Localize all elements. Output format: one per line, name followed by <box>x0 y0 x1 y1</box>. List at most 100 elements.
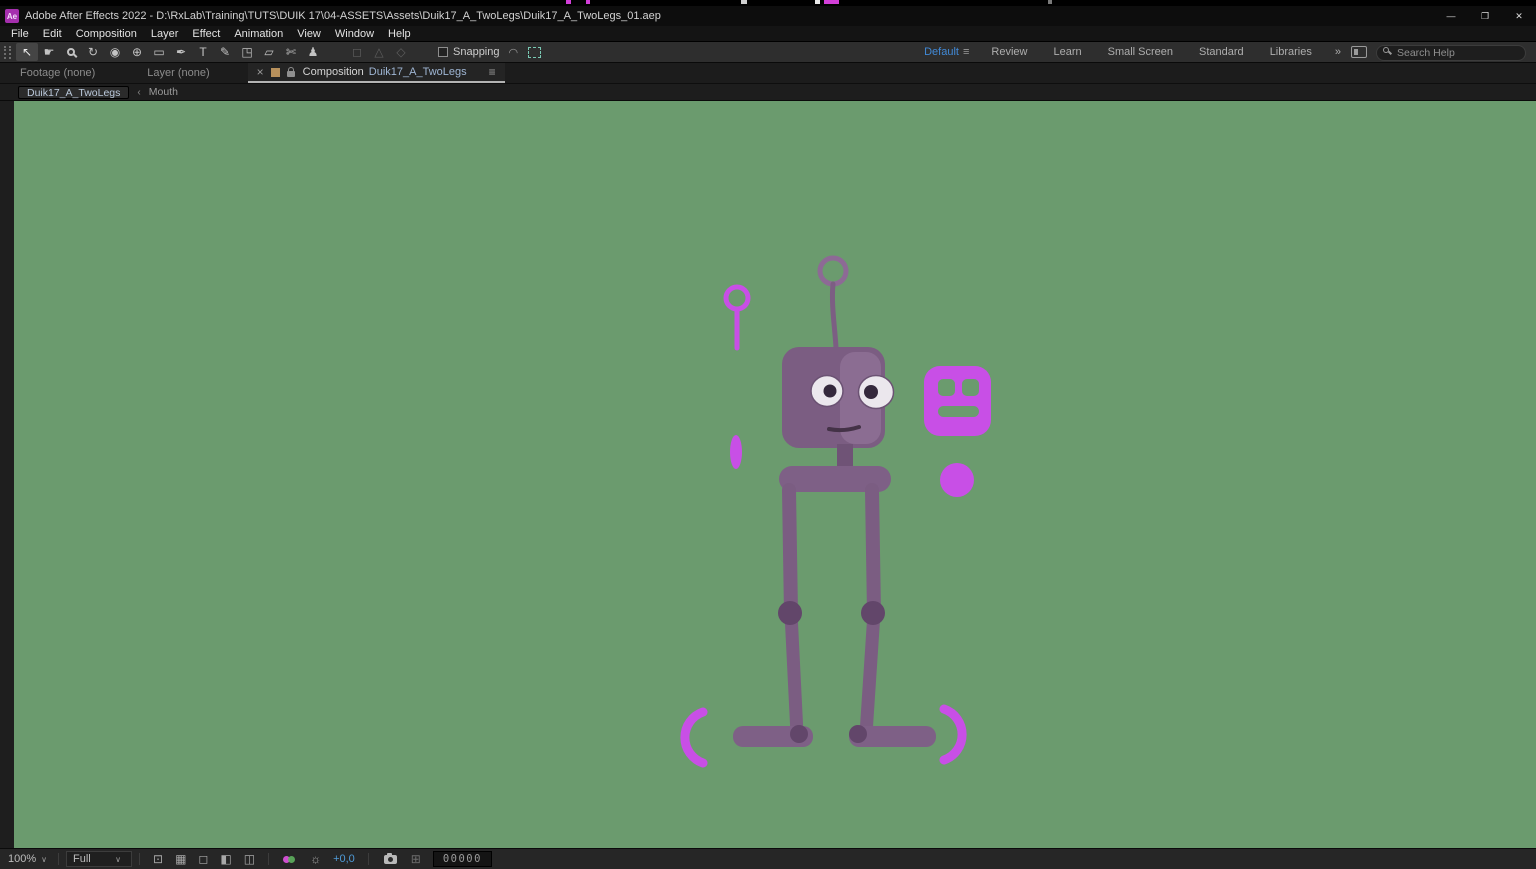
zoom-tool-icon[interactable] <box>60 43 82 61</box>
artifact-dash <box>824 0 839 4</box>
menu-window[interactable]: Window <box>328 28 381 40</box>
minimize-button[interactable]: — <box>1434 6 1468 26</box>
mask-visibility-icon[interactable]: ◻ <box>192 852 214 866</box>
layer-tab-state: (none) <box>177 67 210 79</box>
navigator-arrow-icon: ‹ <box>137 86 141 98</box>
menu-bar: File Edit Composition Layer Effect Anima… <box>0 26 1536 42</box>
region-of-interest-icon[interactable]: ◧ <box>214 852 237 866</box>
channels-icon[interactable] <box>283 854 297 865</box>
workspace-standard[interactable]: Standard <box>1186 46 1257 58</box>
zoom-caret-icon[interactable]: ∨ <box>41 855 47 864</box>
robot-character[interactable] <box>733 255 936 747</box>
snapping-label: Snapping <box>453 46 500 58</box>
resolution-caret-icon: ∨ <box>115 854 121 864</box>
view-layout-icon[interactable]: ⊡ <box>147 852 169 866</box>
tab-composition[interactable]: × Composition Duik17_A_TwoLegs ≡ <box>247 63 505 83</box>
selection-tool-icon[interactable]: ↖ <box>16 43 38 61</box>
snapshot-camera-icon[interactable] <box>383 852 397 864</box>
shape-tool-icon[interactable]: ▭ <box>148 43 170 61</box>
window-controls: — ❐ ✕ <box>1434 6 1536 26</box>
robot-left-ankle[interactable] <box>790 725 808 743</box>
clone-stamp-tool-icon[interactable]: ◳ <box>236 43 258 61</box>
restore-button[interactable]: ❐ <box>1468 6 1502 26</box>
timecode-field[interactable]: 00000 <box>432 851 492 867</box>
menu-help[interactable]: Help <box>381 28 418 40</box>
world-axis-mode-icon: △ <box>374 45 384 59</box>
composition-viewport[interactable] <box>14 101 1536 848</box>
robot-right-ankle[interactable] <box>849 725 867 743</box>
search-icon <box>1383 47 1389 53</box>
composition-tab-name: Duik17_A_TwoLegs <box>368 66 467 78</box>
menu-layer[interactable]: Layer <box>144 28 186 40</box>
workspace-small-screen[interactable]: Small Screen <box>1095 46 1186 58</box>
divider <box>367 853 369 865</box>
robot-antenna-stem[interactable] <box>829 281 839 351</box>
robot-right-knee[interactable] <box>861 601 885 625</box>
pixel-aspect-icon[interactable]: ◫ <box>238 852 261 866</box>
snapping-toggle[interactable]: Snapping ◠ <box>438 46 542 59</box>
mouth-controller-icon[interactable] <box>924 366 991 436</box>
workspace-switcher-icon[interactable] <box>1351 46 1367 58</box>
workspace-menu-icon[interactable]: ≡ <box>963 46 978 58</box>
robot-left-shin[interactable] <box>784 606 804 741</box>
workspace-review[interactable]: Review <box>978 46 1040 58</box>
workspace-learn[interactable]: Learn <box>1040 46 1094 58</box>
eraser-tool-icon[interactable]: ▱ <box>258 43 280 61</box>
menu-animation[interactable]: Animation <box>227 28 290 40</box>
hand-tool-icon[interactable]: ☛ <box>38 43 60 61</box>
search-help-input[interactable] <box>1376 45 1526 61</box>
menu-file[interactable]: File <box>4 28 36 40</box>
screen-top-strip <box>0 0 1536 6</box>
tab-footage[interactable]: Footage (none) <box>0 67 107 79</box>
workspace-overflow-chevron-icon[interactable]: » <box>1325 46 1351 58</box>
panel-menu-icon[interactable]: ≡ <box>489 65 496 79</box>
robot-left-knee[interactable] <box>778 601 802 625</box>
resolution-dropdown[interactable]: Full ∨ <box>66 851 132 867</box>
menu-effect[interactable]: Effect <box>185 28 227 40</box>
workspace-libraries[interactable]: Libraries <box>1257 46 1325 58</box>
brush-tool-icon[interactable]: ✎ <box>214 43 236 61</box>
tool-bar: ↖ ☛ ↻ ◉ ⊕ ▭ ✒ T ✎ ◳ ▱ ✄ ♟ ◻ △ ◇ Snapping… <box>0 42 1536 63</box>
menu-composition[interactable]: Composition <box>69 28 144 40</box>
robot-left-thigh[interactable] <box>782 483 798 620</box>
navigator-current-comp[interactable]: Duik17_A_TwoLegs <box>18 85 130 99</box>
robot-antenna-ball[interactable] <box>817 255 849 287</box>
zoom-level-dropdown[interactable]: 100% <box>8 853 36 865</box>
close-tab-icon[interactable]: × <box>257 65 264 79</box>
artifact-dash <box>586 0 590 4</box>
lock-icon[interactable] <box>286 66 295 77</box>
menu-view[interactable]: View <box>290 28 328 40</box>
snapping-checkbox[interactable] <box>438 47 448 57</box>
right-foot-controller-icon[interactable] <box>939 704 967 765</box>
tab-layer[interactable]: Layer (none) <box>135 67 221 79</box>
marquee-capture-icon[interactable] <box>528 46 542 58</box>
circle-controller-icon[interactable] <box>940 463 974 497</box>
puppet-tool-icon[interactable]: ♟ <box>302 43 324 61</box>
pill-controller-icon[interactable] <box>730 435 742 469</box>
exposure-value[interactable]: +0,0 <box>333 853 355 865</box>
rotation-tool-icon[interactable]: ↻ <box>82 43 104 61</box>
close-button[interactable]: ✕ <box>1502 6 1536 26</box>
snap-options-icon[interactable]: ◠ <box>509 46 519 59</box>
show-snapshot-icon[interactable]: ⊞ <box>405 852 427 866</box>
type-tool-icon[interactable]: T <box>192 43 214 61</box>
menu-edit[interactable]: Edit <box>36 28 69 40</box>
pen-tool-icon[interactable]: ✒ <box>170 43 192 61</box>
robot-right-thigh[interactable] <box>865 483 881 620</box>
workspace-default[interactable]: Default <box>911 46 963 58</box>
adjust-exposure-icon[interactable]: ☼ <box>304 852 327 866</box>
left-foot-controller-icon[interactable] <box>680 707 708 768</box>
robot-right-shin[interactable] <box>859 606 881 741</box>
camera-tool-icon[interactable]: ◉ <box>104 43 126 61</box>
navigator-parent-comp[interactable]: Mouth <box>149 86 178 98</box>
local-axis-mode-icon: ◻ <box>352 45 362 59</box>
panel-grip-handle[interactable] <box>4 45 11 59</box>
roto-brush-tool-icon[interactable]: ✄ <box>280 43 302 61</box>
artifact-dash <box>1048 0 1052 4</box>
lollipop-controller-icon[interactable] <box>723 284 751 312</box>
pan-behind-tool-icon[interactable]: ⊕ <box>126 43 148 61</box>
divider <box>58 853 59 865</box>
composition-navigator: Duik17_A_TwoLegs ‹ Mouth <box>0 84 1536 101</box>
transparency-grid-icon[interactable]: ▦ <box>169 852 192 866</box>
robot-right-pupil <box>864 385 878 399</box>
